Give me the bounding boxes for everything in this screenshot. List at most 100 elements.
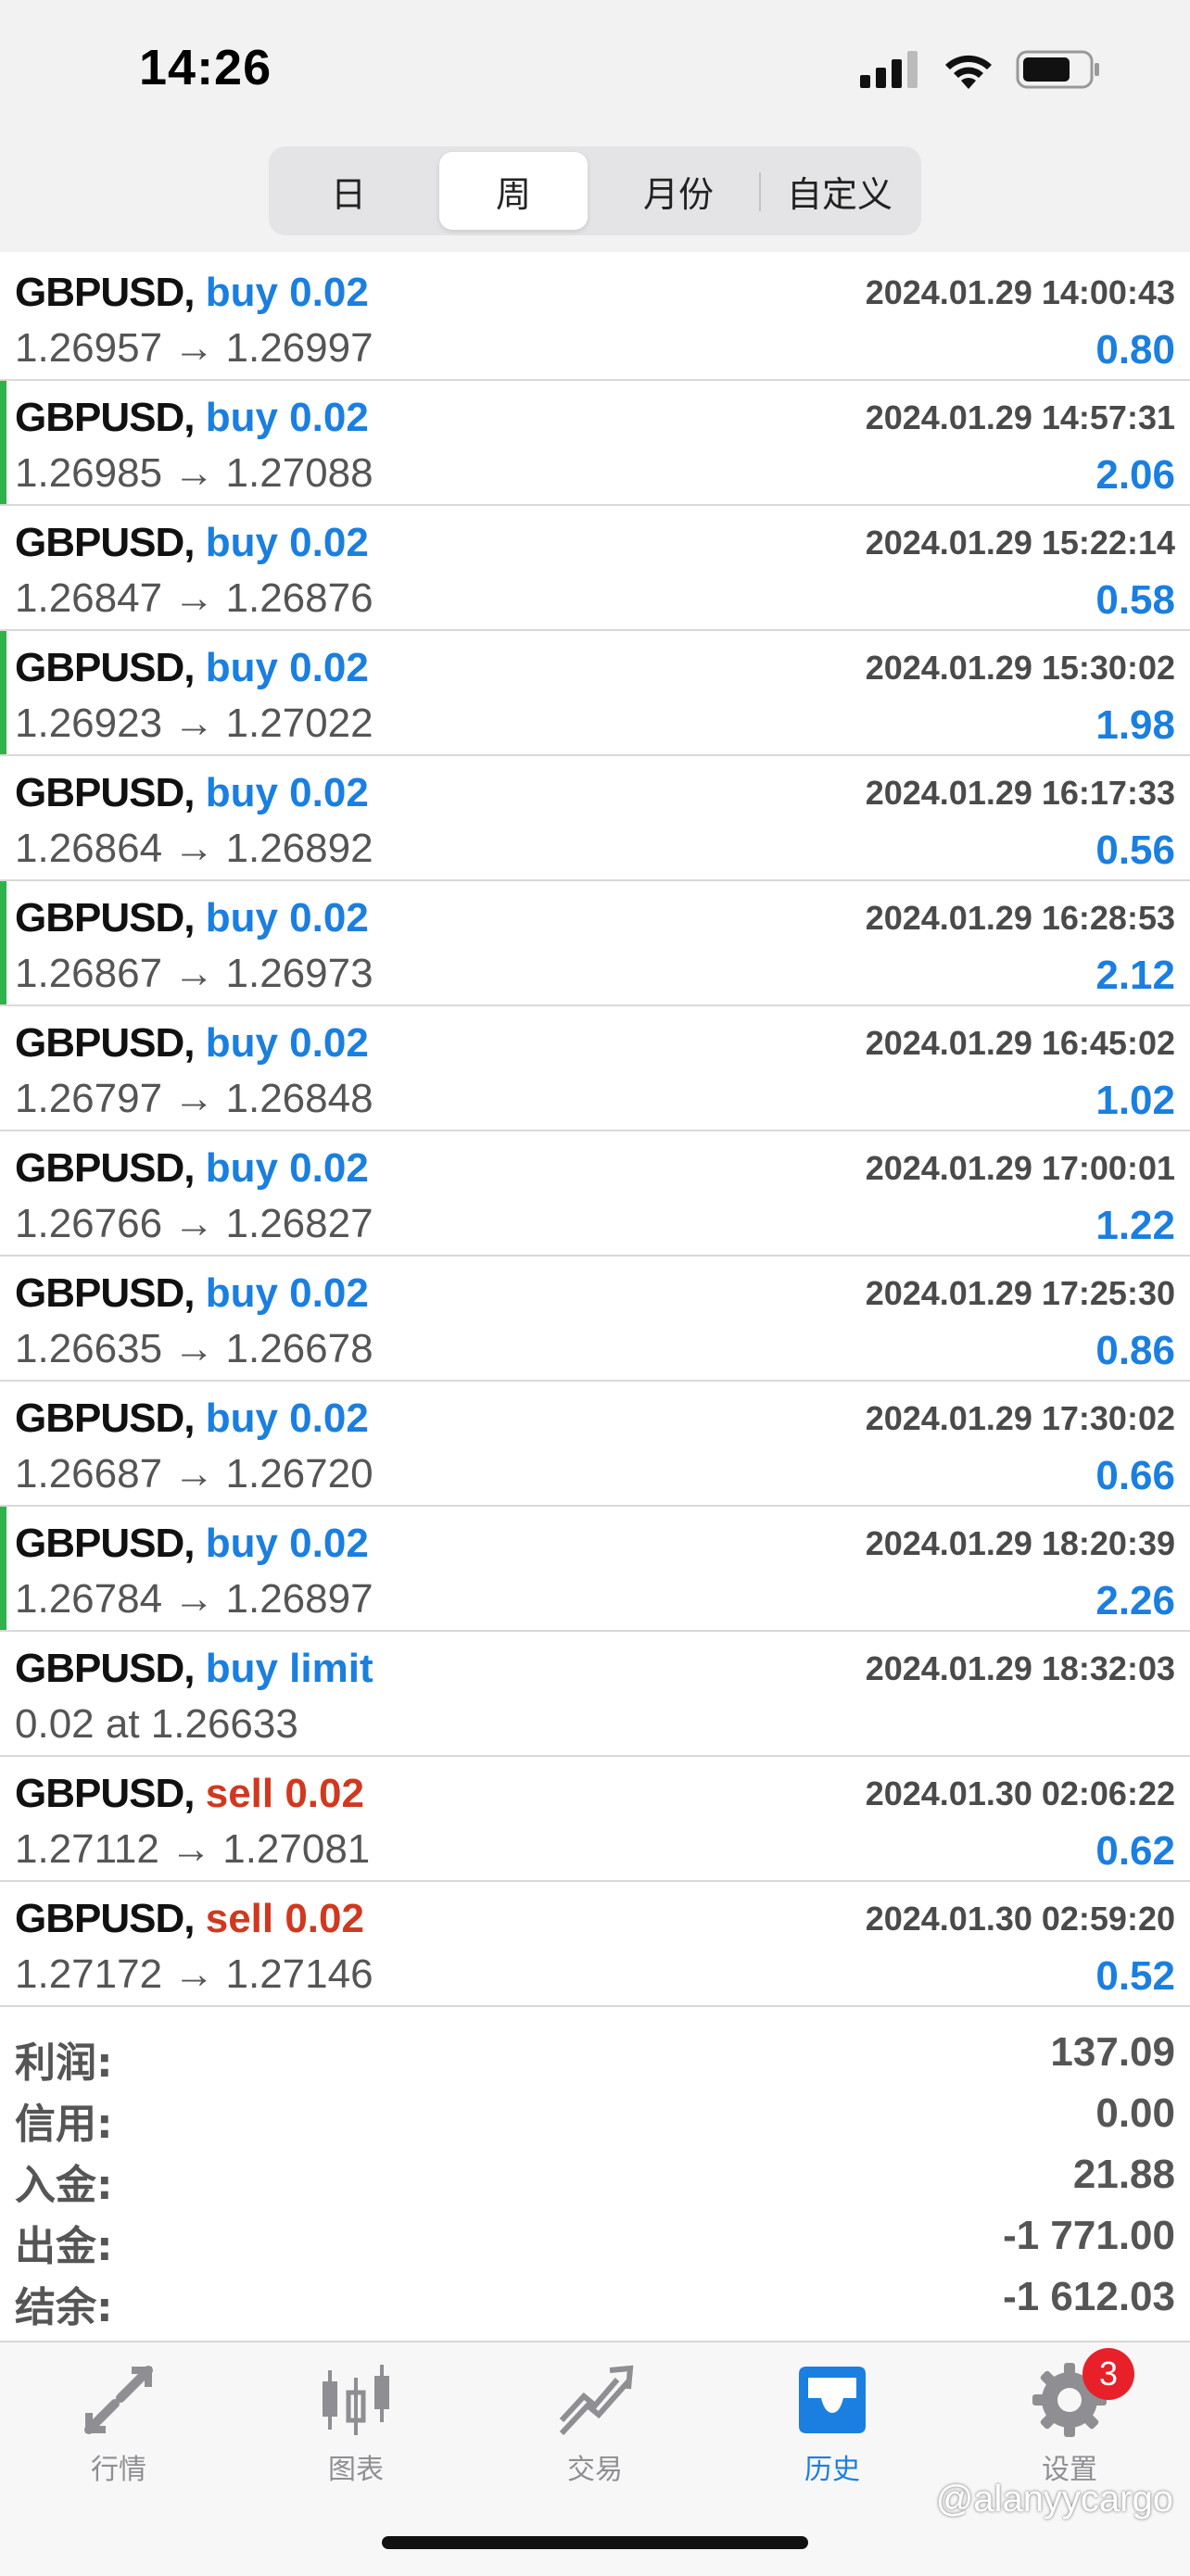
summary-label: 利润:	[15, 2039, 113, 2087]
trade-time: 2024.01.29 14:57:31	[865, 398, 1175, 436]
summary-row: 出金: -1 771.00	[15, 2209, 1175, 2270]
tab-trade[interactable]: 交易	[502, 2361, 688, 2500]
trade-time: 2024.01.30 02:59:20	[865, 1900, 1175, 1938]
summary-value: -1 612.03	[1003, 2274, 1175, 2319]
trade-profit: 1.22	[1095, 1203, 1175, 1248]
trade-row[interactable]: GBPUSD, buy 0.02 2024.01.29 16:45:02 1.267…	[0, 1006, 1190, 1131]
trade-side: buy 0.02	[205, 270, 369, 315]
trade-side: buy 0.02	[205, 520, 369, 565]
summary-label: 结余:	[15, 2284, 113, 2331]
trade-prices: 1.26635 → 1.26678	[15, 1326, 373, 1371]
battery-icon	[1016, 50, 1099, 89]
cellular-signal-icon	[860, 51, 918, 88]
summary-row: 利润: 137.09	[15, 2026, 1175, 2087]
settings-notification-badge: 3	[1082, 2348, 1134, 2400]
trade-prices: 1.26985 → 1.27088	[15, 450, 373, 496]
period-tab-month[interactable]: 月份	[604, 152, 753, 230]
trade-profit: 1.98	[1095, 702, 1175, 748]
tab-charts-label: 图表	[328, 2454, 384, 2486]
trade-profit: 0.66	[1095, 1453, 1175, 1498]
period-tab-week[interactable]: 周	[439, 152, 588, 230]
trade-symbol: GBPUSD,	[15, 1771, 195, 1816]
trade-time: 2024.01.30 02:06:22	[865, 1774, 1175, 1812]
trade-title: GBPUSD, buy 0.02	[15, 642, 369, 694]
trade-row[interactable]: GBPUSD, buy 0.02 2024.01.29 17:00:01 1.267…	[0, 1131, 1190, 1256]
trade-side: buy 0.02	[205, 895, 369, 941]
trade-prices: 0.02 at 1.26633	[15, 1701, 298, 1747]
trade-title: GBPUSD, buy 0.02	[15, 1017, 369, 1069]
status-time: 14:26	[139, 40, 272, 95]
trade-prices: 1.27112 → 1.27081	[15, 1826, 371, 1872]
trade-title: GBPUSD, buy limit	[15, 1643, 373, 1695]
trade-prices: 1.26847 → 1.26876	[15, 575, 373, 621]
trade-side: buy 0.02	[205, 1020, 369, 1066]
quotes-arrows-icon	[84, 2366, 153, 2434]
trade-profit: 0.86	[1095, 1328, 1175, 1373]
history-inbox-icon	[799, 2367, 866, 2433]
tab-charts[interactable]: 图表	[263, 2361, 449, 2500]
trade-side: buy limit	[205, 1646, 373, 1691]
trade-row[interactable]: GBPUSD, buy 0.02 2024.01.29 14:00:43 1.269…	[0, 256, 1190, 381]
trade-title: GBPUSD, buy 0.02	[15, 1268, 369, 1320]
trade-row[interactable]: GBPUSD, sell 0.02 2024.01.30 02:59:20 1.27…	[0, 1882, 1190, 2007]
trade-side: buy 0.02	[205, 395, 369, 440]
trade-side: sell 0.02	[205, 1771, 364, 1816]
trade-title: GBPUSD, buy 0.02	[15, 892, 369, 944]
trade-profit: 2.26	[1095, 1578, 1175, 1623]
summary-label: 入金:	[15, 2162, 113, 2209]
trade-title: GBPUSD, buy 0.02	[15, 1393, 369, 1445]
trade-row[interactable]: GBPUSD, sell 0.02 2024.01.30 02:06:22 1.27…	[0, 1757, 1190, 1882]
trade-symbol: GBPUSD,	[15, 770, 195, 815]
candlestick-chart-icon	[323, 2365, 389, 2435]
trade-side: buy 0.02	[205, 1521, 369, 1566]
trade-trend-icon	[559, 2365, 634, 2436]
trade-prices: 1.26797 → 1.26848	[15, 1076, 373, 1121]
trade-symbol: GBPUSD,	[15, 1270, 195, 1316]
summary-value: 21.88	[1072, 2152, 1175, 2197]
account-summary: 利润: 137.09 信用: 0.00 入金: 21.88 出金: -1 771.00 结余: -…	[15, 2026, 1175, 2331]
trade-prices: 1.26766 → 1.26827	[15, 1201, 373, 1246]
trade-symbol: GBPUSD,	[15, 395, 195, 440]
trade-symbol: GBPUSD,	[15, 1020, 195, 1066]
trade-time: 2024.01.29 16:28:53	[865, 899, 1175, 937]
trade-symbol: GBPUSD,	[15, 1145, 195, 1191]
tab-history-label: 历史	[804, 2454, 860, 2486]
trade-row[interactable]: GBPUSD, buy 0.02 2024.01.29 16:17:33 1.268…	[0, 756, 1190, 881]
trade-time: 2024.01.29 17:00:01	[865, 1149, 1175, 1187]
trade-time: 2024.01.29 16:45:02	[865, 1024, 1175, 1062]
profit-marker	[0, 1507, 6, 1630]
trade-side: buy 0.02	[205, 770, 369, 815]
trade-side: buy 0.02	[205, 1270, 369, 1316]
tab-trade-label: 交易	[567, 2454, 623, 2486]
profit-marker	[0, 631, 6, 754]
trade-row[interactable]: GBPUSD, buy 0.02 2024.01.29 14:57:31 1.269…	[0, 381, 1190, 506]
profit-marker	[0, 381, 6, 504]
trade-prices: 1.26784 → 1.26897	[15, 1576, 373, 1622]
trade-prices: 1.26864 → 1.26892	[15, 826, 373, 871]
summary-row: 结余: -1 612.03	[15, 2270, 1175, 2331]
trade-row[interactable]: GBPUSD, buy 0.02 2024.01.29 17:25:30 1.266…	[0, 1256, 1190, 1382]
trade-profit: 0.58	[1095, 577, 1175, 623]
trade-side: buy 0.02	[205, 645, 369, 690]
trade-symbol: GBPUSD,	[15, 1646, 195, 1691]
period-tab-day[interactable]: 日	[274, 152, 423, 230]
trade-time: 2024.01.29 18:20:39	[865, 1524, 1175, 1562]
trade-row[interactable]: GBPUSD, buy 0.02 2024.01.29 15:22:14 1.268…	[0, 506, 1190, 631]
trade-row[interactable]: GBPUSD, buy 0.02 2024.01.29 16:28:53 1.268…	[0, 881, 1190, 1006]
trade-time: 2024.01.29 17:25:30	[865, 1274, 1175, 1312]
bottom-tab-bar: 行情 图表 交易 历史 3 设置	[0, 2341, 1190, 2576]
trade-row[interactable]: GBPUSD, buy 0.02 2024.01.29 15:30:02 1.269…	[0, 631, 1190, 756]
tab-quotes[interactable]: 行情	[26, 2361, 211, 2500]
summary-value: 0.00	[1095, 2090, 1175, 2136]
trade-row[interactable]: GBPUSD, buy 0.02 2024.01.29 18:20:39 1.267…	[0, 1507, 1190, 1632]
trade-row[interactable]: GBPUSD, buy limit 2024.01.29 18:32:03 0.02…	[0, 1632, 1190, 1757]
trade-row[interactable]: GBPUSD, buy 0.02 2024.01.29 17:30:02 1.266…	[0, 1382, 1190, 1507]
trade-symbol: GBPUSD,	[15, 895, 195, 941]
period-tab-custom[interactable]: 自定义	[764, 152, 916, 230]
trade-prices: 1.26957 → 1.26997	[15, 325, 373, 371]
trade-title: GBPUSD, buy 0.02	[15, 767, 369, 819]
trade-prices: 1.26923 → 1.27022	[15, 701, 373, 746]
tab-history[interactable]: 历史	[740, 2361, 925, 2500]
summary-value: -1 771.00	[1003, 2213, 1175, 2258]
trade-side: buy 0.02	[205, 1395, 369, 1441]
